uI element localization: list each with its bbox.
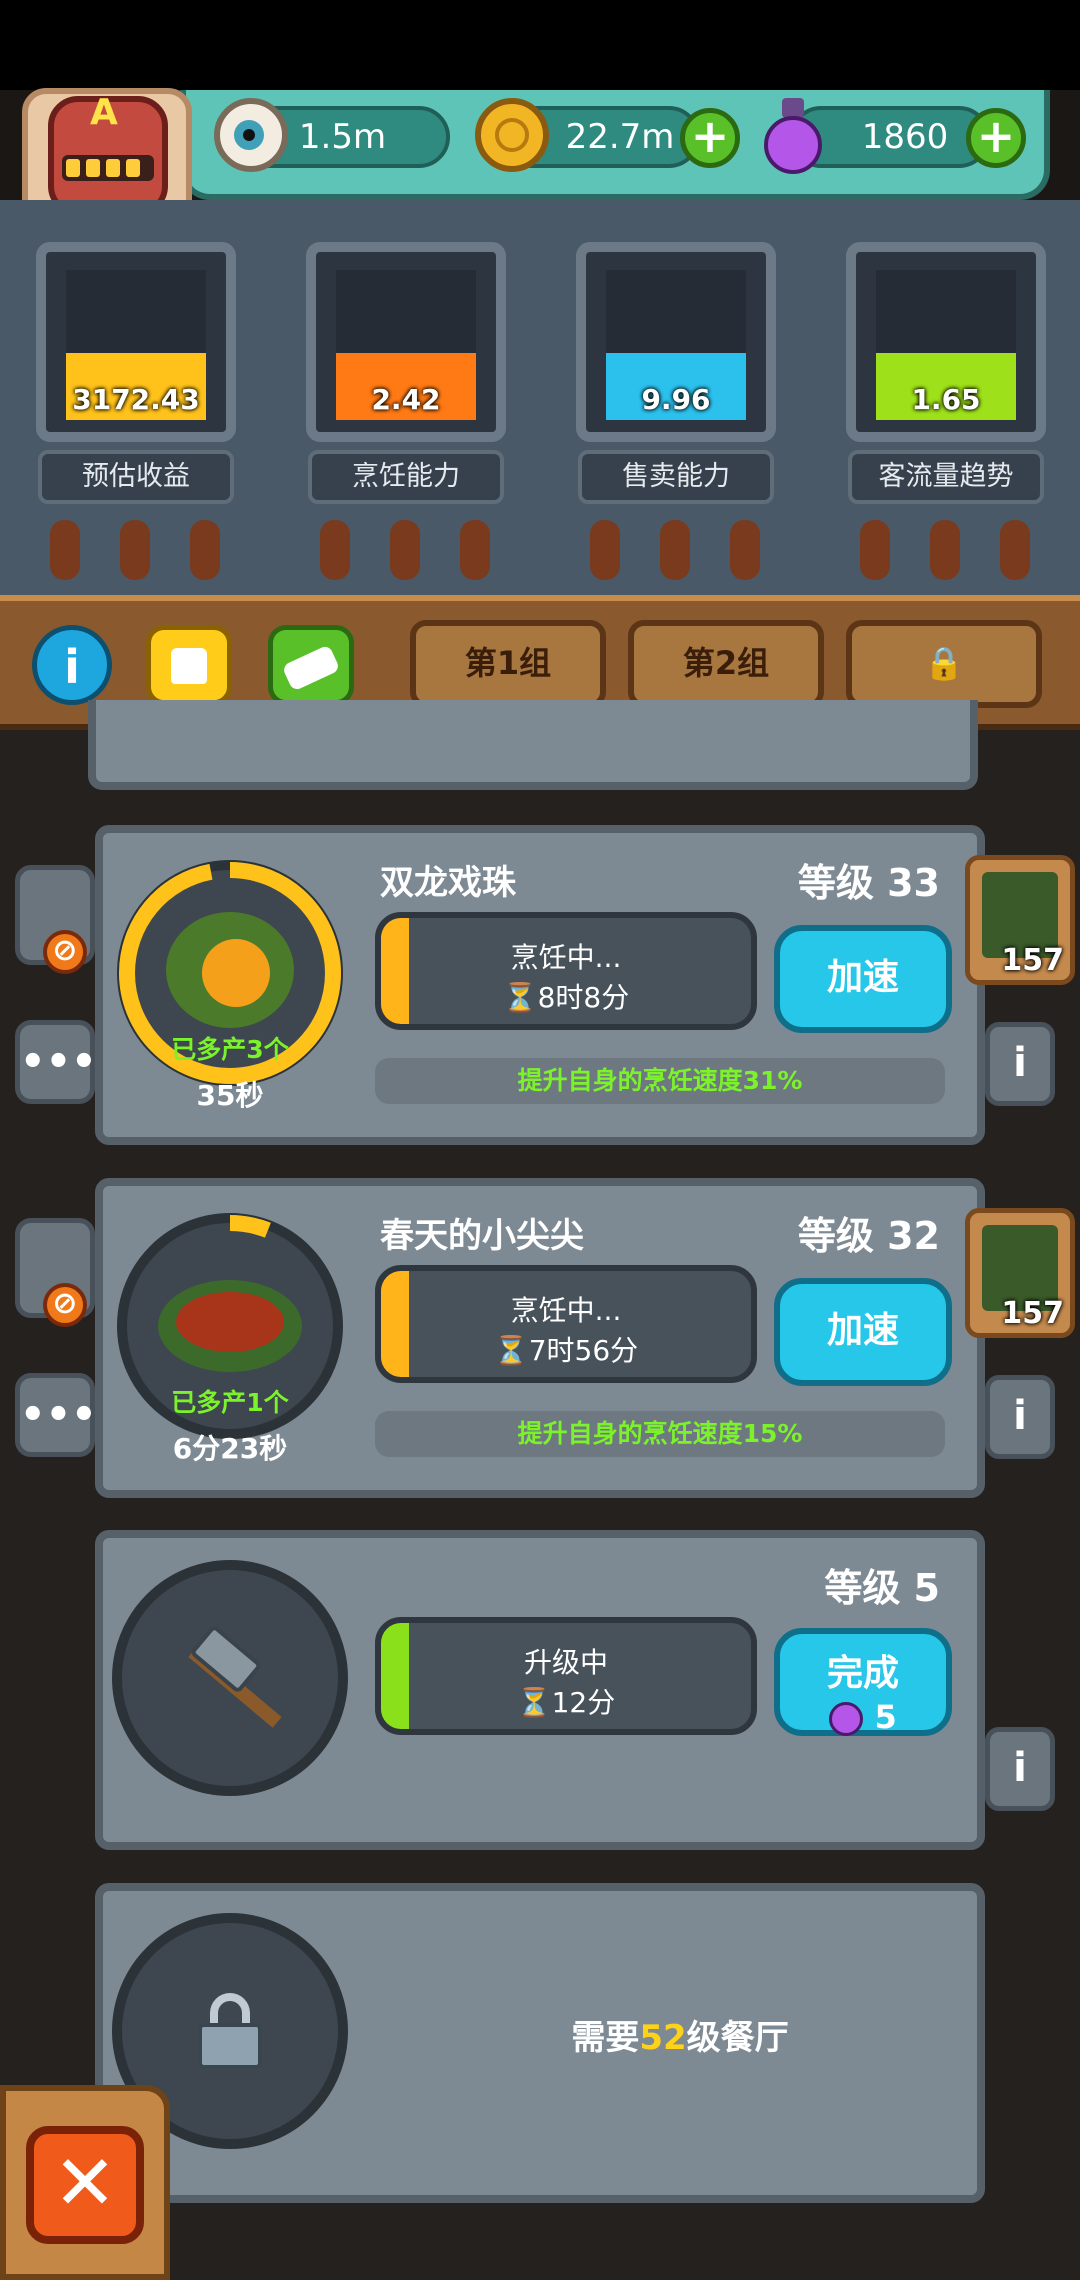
card-count: 157 <box>1001 1296 1064 1331</box>
pipe-decoration <box>860 520 890 580</box>
tab-group-2[interactable]: 第2组 <box>628 620 824 708</box>
pipe-decoration <box>120 520 150 580</box>
hammer-slot <box>112 1560 348 1796</box>
progress-time: ⏳8时8分 <box>502 981 630 1014</box>
lock-icon: 🔒 <box>924 644 964 682</box>
meter-value: 2.42 <box>371 383 441 416</box>
finish-upgrade-button[interactable]: 完成 5 <box>774 1628 952 1736</box>
extra-produced-label: 已多产1个 <box>171 1388 289 1417</box>
more-options-button[interactable]: ••• <box>15 1020 97 1104</box>
close-button[interactable]: ✕ <box>26 2126 144 2244</box>
avatar-face-icon <box>62 155 154 181</box>
status-bar <box>0 0 1080 90</box>
dish-level: 等级 33 <box>797 861 940 905</box>
meter-cooking-ability: 2.42 <box>306 242 506 442</box>
dots-icon: ••• <box>20 1039 97 1085</box>
dish-info-button[interactable]: i <box>985 1375 1055 1459</box>
meter-label: 预估收益 <box>38 450 234 504</box>
dish-timer: 6分23秒 <box>172 1432 288 1465</box>
avatar-rank-letter: A <box>90 92 118 133</box>
progress-status: 升级中 <box>523 1646 608 1679</box>
requirement-suffix: 级餐厅 <box>686 2018 789 2058</box>
tab-group-1[interactable]: 第1组 <box>410 620 606 708</box>
speed-up-button[interactable]: 加速 <box>774 925 952 1033</box>
info-button[interactable]: i <box>32 625 112 705</box>
requirement-level: 52 <box>639 2018 687 2058</box>
pipe-decoration <box>320 520 350 580</box>
progress-status: 烹饪中... <box>510 1294 622 1327</box>
potion-icon <box>762 98 824 176</box>
meter-label: 售卖能力 <box>578 450 774 504</box>
pipe-decoration <box>190 520 220 580</box>
pipe-decoration <box>730 520 760 580</box>
tab-locked-group[interactable]: 🔒 <box>846 620 1042 708</box>
potion-icon <box>829 1702 864 1736</box>
eyeball-icon <box>214 98 288 172</box>
pipe-decoration <box>390 520 420 580</box>
cooking-progress: 烹饪中... ⏳7时56分 <box>375 1265 757 1383</box>
requirement-prefix: 需要 <box>571 2018 640 2058</box>
coin-icon <box>475 98 549 172</box>
upgrade-progress: 升级中 ⏳12分 <box>375 1617 757 1735</box>
meter-value: 9.96 <box>641 383 711 416</box>
dish-title: 春天的小尖尖 <box>380 1216 584 1256</box>
disable-icon[interactable]: ⊘ <box>43 1283 87 1327</box>
pipe-decoration <box>660 520 690 580</box>
finish-cost: 5 <box>780 1698 946 1736</box>
upgrade-level: 等级 5 <box>824 1566 940 1610</box>
upgrade-info-button[interactable]: i <box>985 1727 1055 1811</box>
finish-label: 完成 <box>826 1653 899 1694</box>
pipe-decoration <box>930 520 960 580</box>
pipe-decoration <box>50 520 80 580</box>
ingredient-card[interactable]: 157 <box>965 1208 1075 1338</box>
meter-customer-trend: 1.65 <box>846 242 1046 442</box>
shirt-icon <box>171 648 207 684</box>
cost-value: 5 <box>874 1698 897 1736</box>
disable-icon[interactable]: ⊘ <box>43 930 87 974</box>
more-options-button[interactable]: ••• <box>15 1373 97 1457</box>
dish-level: 等级 32 <box>797 1214 940 1258</box>
pipe-decoration <box>1000 520 1030 580</box>
dots-icon: ••• <box>20 1392 97 1438</box>
cooking-progress: 烹饪中... ⏳8时8分 <box>375 912 757 1030</box>
locked-requirement: 需要52级餐厅 <box>480 2010 880 2059</box>
add-coins-button[interactable]: + <box>680 108 740 168</box>
meter-value: 1.65 <box>911 383 981 416</box>
add-potions-button[interactable]: + <box>966 108 1026 168</box>
meter-selling-ability: 9.96 <box>576 242 776 442</box>
chain-lock-icon <box>198 1993 262 2069</box>
meter-estimated-income: 3172.43 <box>36 242 236 442</box>
outfit-button[interactable] <box>146 625 232 705</box>
dish-timer: 35秒 <box>196 1079 264 1112</box>
meter-label: 烹饪能力 <box>308 450 504 504</box>
speed-up-button[interactable]: 加速 <box>774 1278 952 1386</box>
dish-title: 双龙戏珠 <box>380 863 516 903</box>
bonus-description: 提升自身的烹饪速度15% <box>375 1411 945 1457</box>
pipe-decoration <box>590 520 620 580</box>
previous-panel-edge <box>88 700 978 790</box>
recipe-button[interactable] <box>268 625 354 705</box>
pipe-decoration <box>460 520 490 580</box>
progress-status: 烹饪中... <box>510 941 622 974</box>
bonus-description: 提升自身的烹饪速度31% <box>375 1058 945 1104</box>
ticket-icon <box>281 644 341 692</box>
card-count: 157 <box>1001 943 1064 978</box>
progress-time: ⏳7时56分 <box>493 1334 639 1367</box>
ingredient-card[interactable]: 157 <box>965 855 1075 985</box>
dish-info-button[interactable]: i <box>985 1022 1055 1106</box>
meter-value: 3172.43 <box>72 383 200 416</box>
progress-time: ⏳12分 <box>516 1686 616 1719</box>
meter-label: 客流量趋势 <box>848 450 1044 504</box>
hammer-icon <box>176 1620 296 1740</box>
extra-produced-label: 已多产3个 <box>171 1035 289 1064</box>
